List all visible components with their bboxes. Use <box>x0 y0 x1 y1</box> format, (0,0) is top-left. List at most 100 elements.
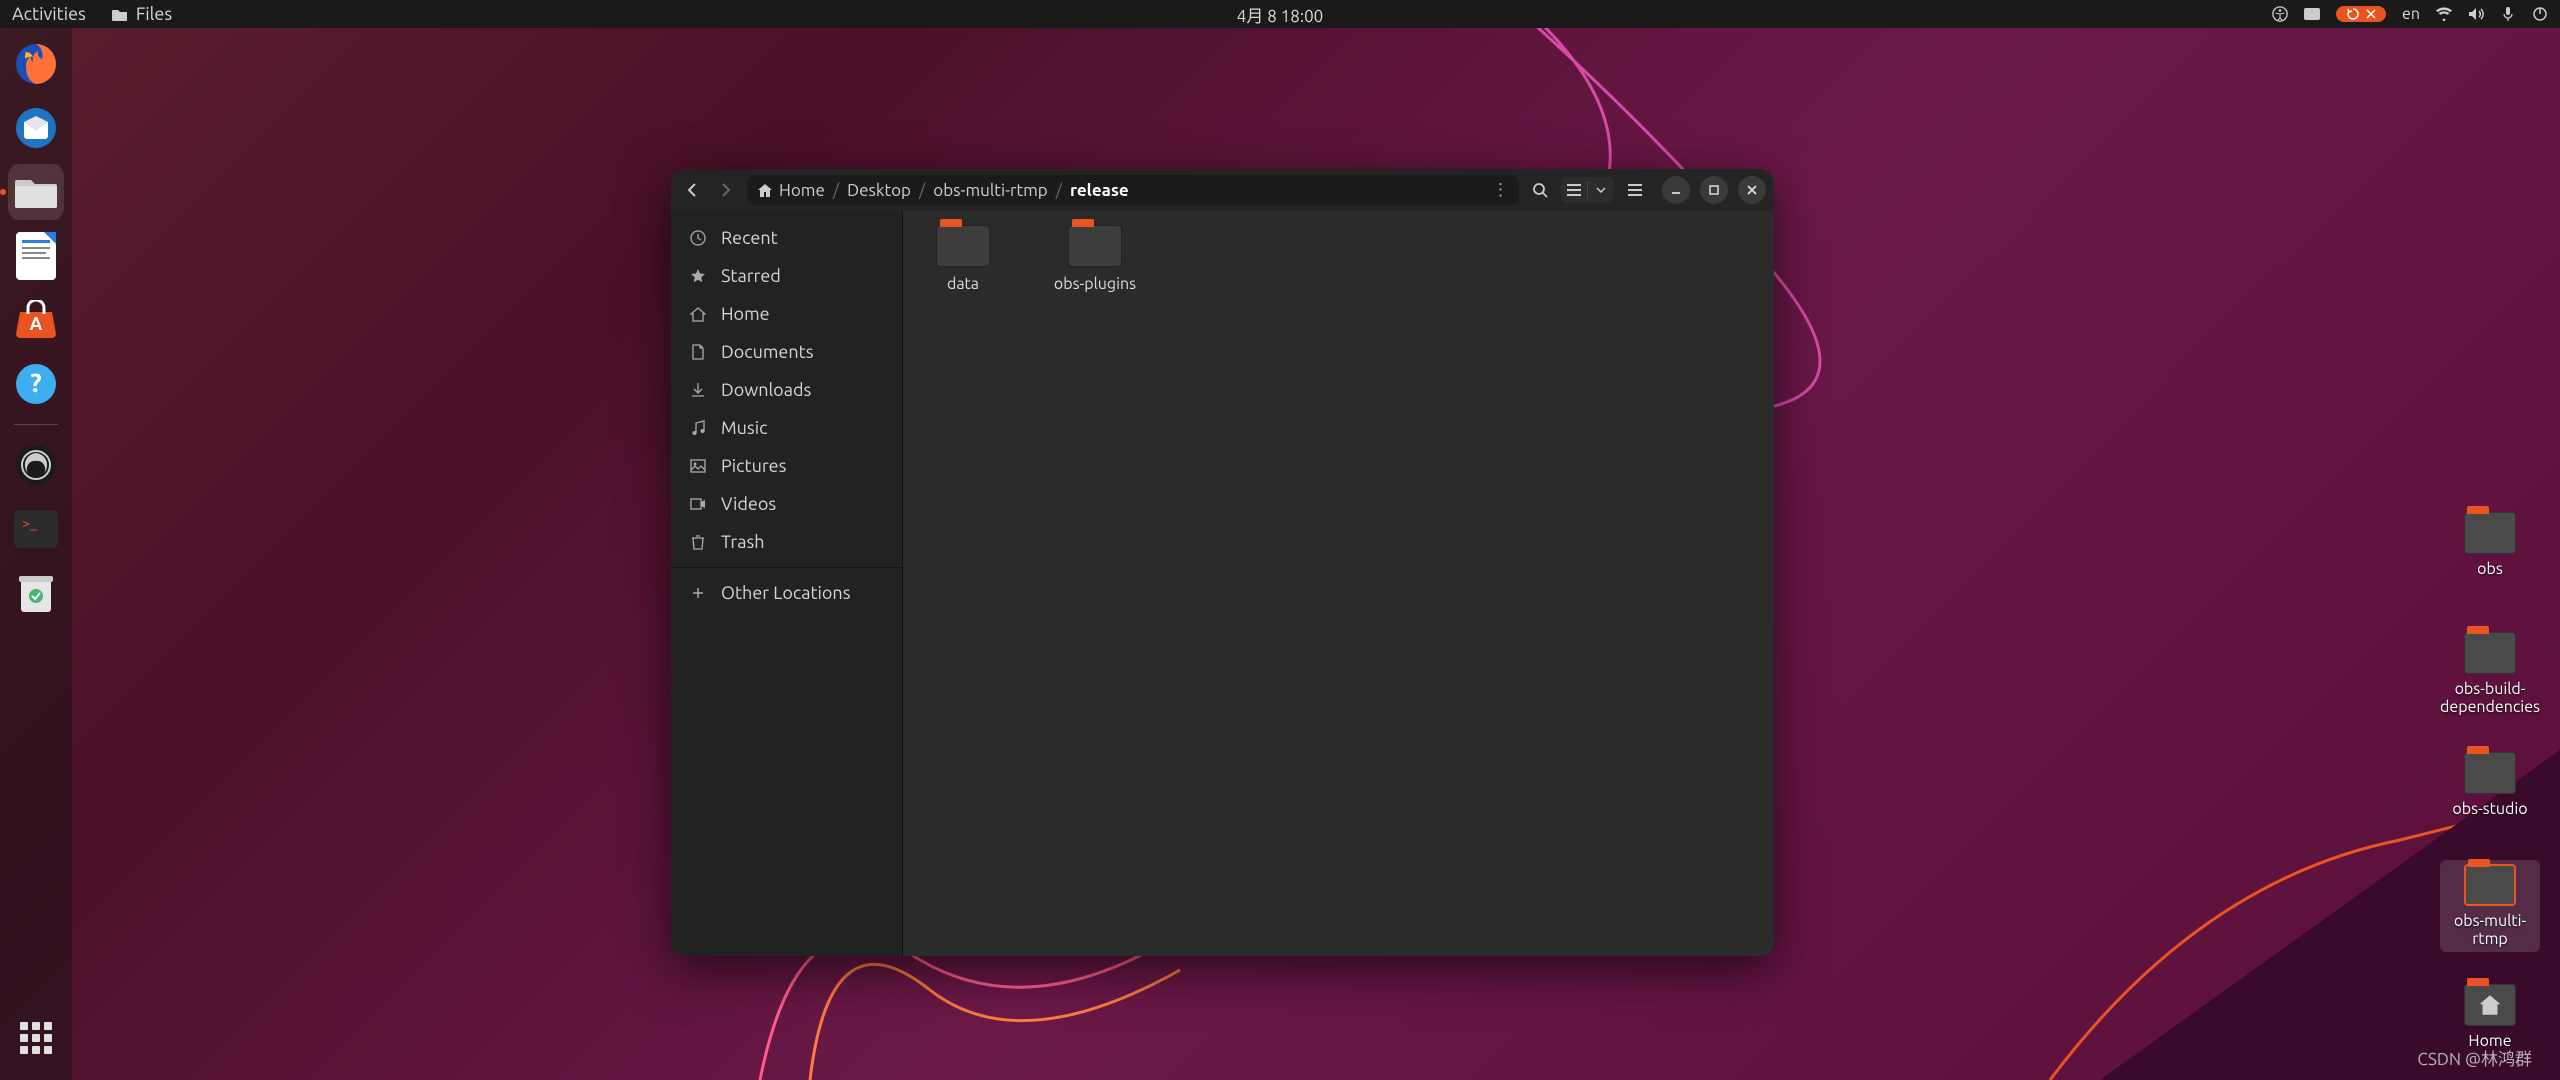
svg-text:?: ? <box>30 368 41 397</box>
desktop-icon-label: obs-build-dependencies <box>2440 680 2540 716</box>
back-button[interactable] <box>679 177 705 203</box>
breadcrumb-desktop[interactable]: Desktop <box>847 181 911 200</box>
desktop-icon-obs-build-dependencies[interactable]: obs-build-dependencies <box>2440 632 2540 716</box>
desktop-icon-label: obs <box>2477 560 2503 578</box>
sidebar-separator <box>671 567 902 568</box>
sidebar-label: Pictures <box>721 456 786 476</box>
sidebar-label: Home <box>721 304 770 324</box>
sidebar-label: Downloads <box>721 380 811 400</box>
breadcrumb-home[interactable]: Home <box>757 181 825 200</box>
close-icon <box>2366 9 2376 19</box>
dock-thunderbird[interactable] <box>8 100 64 156</box>
sidebar-pictures[interactable]: Pictures <box>671 447 902 485</box>
a11y-icon[interactable] <box>2272 6 2288 22</box>
app-menu-label: Files <box>136 4 172 24</box>
video-icon <box>689 495 707 513</box>
sidebar-starred[interactable]: Starred <box>671 257 902 295</box>
folder-icon <box>1068 225 1122 267</box>
view-controls <box>1561 177 1614 203</box>
folder-label: data <box>947 275 979 293</box>
breadcrumb-separator: / <box>831 181 841 200</box>
apps-grid-icon <box>20 1022 52 1054</box>
sidebar-music[interactable]: Music <box>671 409 902 447</box>
minimize-button[interactable] <box>1662 176 1690 204</box>
folder-icon <box>2464 752 2516 794</box>
list-view-button[interactable] <box>1561 177 1587 203</box>
desktop-icon-obs-multi-rtmp[interactable]: obs-multi-rtmp <box>2440 860 2540 952</box>
language-indicator[interactable]: en <box>2402 5 2420 23</box>
watermark: CSDN @林鸿群 <box>2417 1045 2532 1070</box>
activities-button[interactable]: Activities <box>12 4 86 24</box>
dock-help[interactable]: ? <box>8 356 64 412</box>
dock-trash[interactable] <box>8 565 64 621</box>
breadcrumb-separator: / <box>917 181 927 200</box>
desktop-icon-obs-studio[interactable]: obs-studio <box>2440 752 2540 818</box>
file-view[interactable]: data obs-plugins <box>903 211 1774 956</box>
breadcrumb-obs-multi-rtmp[interactable]: obs-multi-rtmp <box>933 181 1047 200</box>
folder-icon <box>2464 864 2516 906</box>
microphone-icon[interactable] <box>2500 6 2516 22</box>
files-app-icon <box>112 6 128 22</box>
sidebar-recent[interactable]: Recent <box>671 219 902 257</box>
dock-firefox[interactable] <box>8 36 64 92</box>
app-menu[interactable]: Files <box>112 4 172 24</box>
close-button[interactable] <box>1738 176 1766 204</box>
folder-icon <box>936 225 990 267</box>
sidebar-label: Starred <box>721 266 781 286</box>
clock-icon <box>689 229 707 247</box>
breadcrumb-separator: / <box>1054 181 1064 200</box>
power-icon[interactable] <box>2532 6 2548 22</box>
sidebar: Recent Starred Home Documents Downloads Music… <box>671 211 903 956</box>
view-dropdown-button[interactable] <box>1588 177 1614 203</box>
sidebar-label: Music <box>721 418 767 438</box>
dock-obs[interactable] <box>8 437 64 493</box>
path-bar[interactable]: Home / Desktop / obs-multi-rtmp / release ⋮ <box>747 175 1519 205</box>
desktop-icon-obs[interactable]: obs <box>2440 512 2540 578</box>
dock-files[interactable] <box>8 164 64 220</box>
volume-icon[interactable] <box>2468 6 2484 22</box>
titlebar: Home / Desktop / obs-multi-rtmp / release ⋮ <box>671 169 1774 211</box>
sidebar-label: Documents <box>721 342 814 362</box>
desktop-icon-label: obs-studio <box>2452 800 2527 818</box>
sidebar-label: Trash <box>721 532 765 552</box>
forward-button[interactable] <box>713 177 739 203</box>
sidebar-trash[interactable]: Trash <box>671 523 902 561</box>
search-button[interactable] <box>1527 177 1553 203</box>
sidebar-other-locations[interactable]: Other Locations <box>671 574 902 612</box>
plus-icon <box>689 584 707 602</box>
sidebar-downloads[interactable]: Downloads <box>671 371 902 409</box>
logout-pill[interactable] <box>2336 6 2386 22</box>
pathbar-menu[interactable]: ⋮ <box>1492 180 1509 200</box>
sidebar-label: Other Locations <box>721 583 851 603</box>
trash-icon <box>689 533 707 551</box>
clock[interactable]: 4月 8 18:00 <box>1237 2 1324 27</box>
dock-software[interactable]: A <box>8 292 64 348</box>
hamburger-menu[interactable] <box>1622 177 1648 203</box>
wifi-icon[interactable] <box>2436 6 2452 22</box>
breadcrumb-release[interactable]: release <box>1070 181 1129 200</box>
sidebar-videos[interactable]: Videos <box>671 485 902 523</box>
reboot-icon <box>2346 7 2360 21</box>
sidebar-home[interactable]: Home <box>671 295 902 333</box>
download-icon <box>689 381 707 399</box>
home-folder-icon <box>2464 984 2516 1026</box>
folder-icon <box>2464 512 2516 554</box>
document-icon <box>689 343 707 361</box>
picture-icon <box>689 457 707 475</box>
dock: A ? >_ <box>0 28 72 1080</box>
folder-data[interactable]: data <box>917 225 1009 293</box>
folder-icon <box>2464 632 2516 674</box>
sidebar-label: Recent <box>721 228 778 248</box>
music-icon <box>689 419 707 437</box>
dock-terminal[interactable]: >_ <box>8 501 64 557</box>
desktop-icon-label: obs-multi-rtmp <box>2444 912 2536 948</box>
desktop-icon-home[interactable]: Home <box>2440 984 2540 1050</box>
top-bar: Activities Files 4月 8 18:00 en <box>0 0 2560 28</box>
show-applications[interactable] <box>8 1010 64 1066</box>
dock-writer[interactable] <box>8 228 64 284</box>
dock-separator <box>14 424 58 425</box>
input-method-icon[interactable] <box>2304 6 2320 22</box>
folder-obs-plugins[interactable]: obs-plugins <box>1049 225 1141 293</box>
sidebar-documents[interactable]: Documents <box>671 333 902 371</box>
maximize-button[interactable] <box>1700 176 1728 204</box>
